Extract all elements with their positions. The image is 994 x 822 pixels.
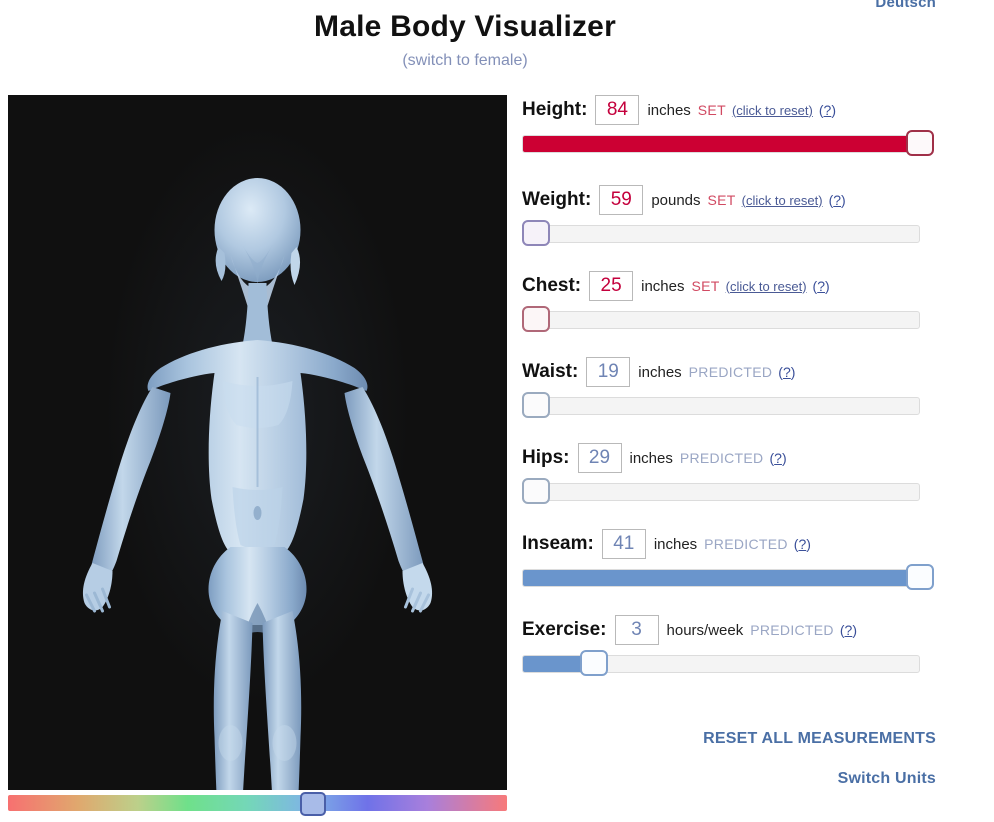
hips-label: Hips:: [522, 447, 570, 469]
inseam-slider-thumb[interactable]: [906, 564, 934, 590]
waist-label: Waist:: [522, 361, 578, 383]
measurement-group-inseam: Inseam: 41 inches PREDICTED (?): [522, 526, 982, 590]
height-slider-fill: [523, 136, 909, 152]
chest-slider-track[interactable]: [522, 311, 920, 329]
weight-slider-thumb[interactable]: [522, 220, 550, 246]
waist-help-icon[interactable]: (?): [778, 364, 795, 380]
reset-all-measurements-button[interactable]: RESET ALL MEASUREMENTS: [522, 730, 936, 748]
inseam-value-input[interactable]: 41: [602, 529, 646, 559]
waist-slider[interactable]: [522, 392, 982, 418]
waist-unit: inches: [638, 364, 681, 381]
hips-state: PREDICTED: [680, 450, 764, 466]
page-title: Male Body Visualizer: [0, 10, 930, 44]
measurement-group-chest: Chest: 25 inches SET (click to reset) (?…: [522, 268, 982, 332]
measurement-group-exercise: Exercise: 3 hours/week PREDICTED (?): [522, 612, 982, 676]
height-slider[interactable]: [522, 130, 982, 156]
exercise-help-icon[interactable]: (?): [840, 622, 857, 638]
waist-slider-thumb[interactable]: [522, 392, 550, 418]
waist-state: PREDICTED: [689, 364, 773, 380]
inseam-state: PREDICTED: [704, 536, 788, 552]
measurement-group-height: Height: 84 inches SET (click to reset) (…: [522, 92, 982, 156]
chest-slider[interactable]: [522, 306, 982, 332]
height-label: Height:: [522, 99, 587, 121]
hips-slider-thumb[interactable]: [522, 478, 550, 504]
weight-help-icon[interactable]: (?): [829, 192, 846, 208]
chest-value-input[interactable]: 25: [589, 271, 633, 301]
hips-value-input[interactable]: 29: [578, 443, 622, 473]
weight-unit: pounds: [651, 192, 700, 209]
weight-slider[interactable]: [522, 220, 982, 246]
actions-panel: RESET ALL MEASUREMENTS Switch Units: [522, 730, 936, 788]
skin-hue-thumb[interactable]: [300, 792, 326, 816]
inseam-slider-fill: [523, 570, 909, 586]
switch-to-female-link[interactable]: (switch to female): [0, 52, 930, 70]
measurement-group-weight: Weight: 59 pounds SET (click to reset) (…: [522, 182, 982, 246]
weight-slider-track[interactable]: [522, 225, 920, 243]
switch-units-button[interactable]: Switch Units: [522, 770, 936, 788]
chest-state: SET: [691, 278, 719, 294]
weight-state: SET: [708, 192, 736, 208]
chest-reset-link[interactable]: (click to reset): [726, 279, 807, 294]
chest-help-icon[interactable]: (?): [813, 278, 830, 294]
waist-slider-track[interactable]: [522, 397, 920, 415]
chest-slider-thumb[interactable]: [522, 306, 550, 332]
chest-label: Chest:: [522, 275, 581, 297]
measurement-group-hips: Hips: 29 inches PREDICTED (?): [522, 440, 982, 504]
chest-unit: inches: [641, 278, 684, 295]
inseam-help-icon[interactable]: (?): [794, 536, 811, 552]
height-slider-thumb[interactable]: [906, 130, 934, 156]
inseam-slider[interactable]: [522, 564, 982, 590]
body-visualizer-page: Deutsch Male Body Visualizer (switch to …: [0, 0, 994, 822]
weight-reset-link[interactable]: (click to reset): [742, 193, 823, 208]
measurements-panel: Height: 84 inches SET (click to reset) (…: [522, 92, 982, 678]
hips-help-icon[interactable]: (?): [769, 450, 786, 466]
weight-value-input[interactable]: 59: [599, 185, 643, 215]
hips-unit: inches: [630, 450, 673, 467]
height-unit: inches: [647, 102, 690, 119]
waist-value-input[interactable]: 19: [586, 357, 630, 387]
inseam-label: Inseam:: [522, 533, 594, 555]
body-model-figure: [8, 95, 507, 790]
hips-slider[interactable]: [522, 478, 982, 504]
inseam-unit: inches: [654, 536, 697, 553]
exercise-slider-fill: [523, 656, 585, 672]
model-stage[interactable]: [8, 95, 507, 790]
exercise-slider[interactable]: [522, 650, 982, 676]
height-value-input[interactable]: 84: [595, 95, 639, 125]
exercise-label: Exercise:: [522, 619, 607, 641]
measurement-group-waist: Waist: 19 inches PREDICTED (?): [522, 354, 982, 418]
exercise-unit: hours/week: [667, 622, 744, 639]
exercise-slider-thumb[interactable]: [580, 650, 608, 676]
skin-hue-track[interactable]: [8, 795, 507, 811]
model-viewer[interactable]: [8, 95, 507, 790]
hips-slider-track[interactable]: [522, 483, 920, 501]
height-help-icon[interactable]: (?): [819, 102, 836, 118]
height-state: SET: [698, 102, 726, 118]
skin-hue-slider[interactable]: [8, 792, 507, 814]
weight-label: Weight:: [522, 189, 591, 211]
exercise-state: PREDICTED: [750, 622, 834, 638]
height-reset-link[interactable]: (click to reset): [732, 103, 813, 118]
exercise-value-input[interactable]: 3: [615, 615, 659, 645]
